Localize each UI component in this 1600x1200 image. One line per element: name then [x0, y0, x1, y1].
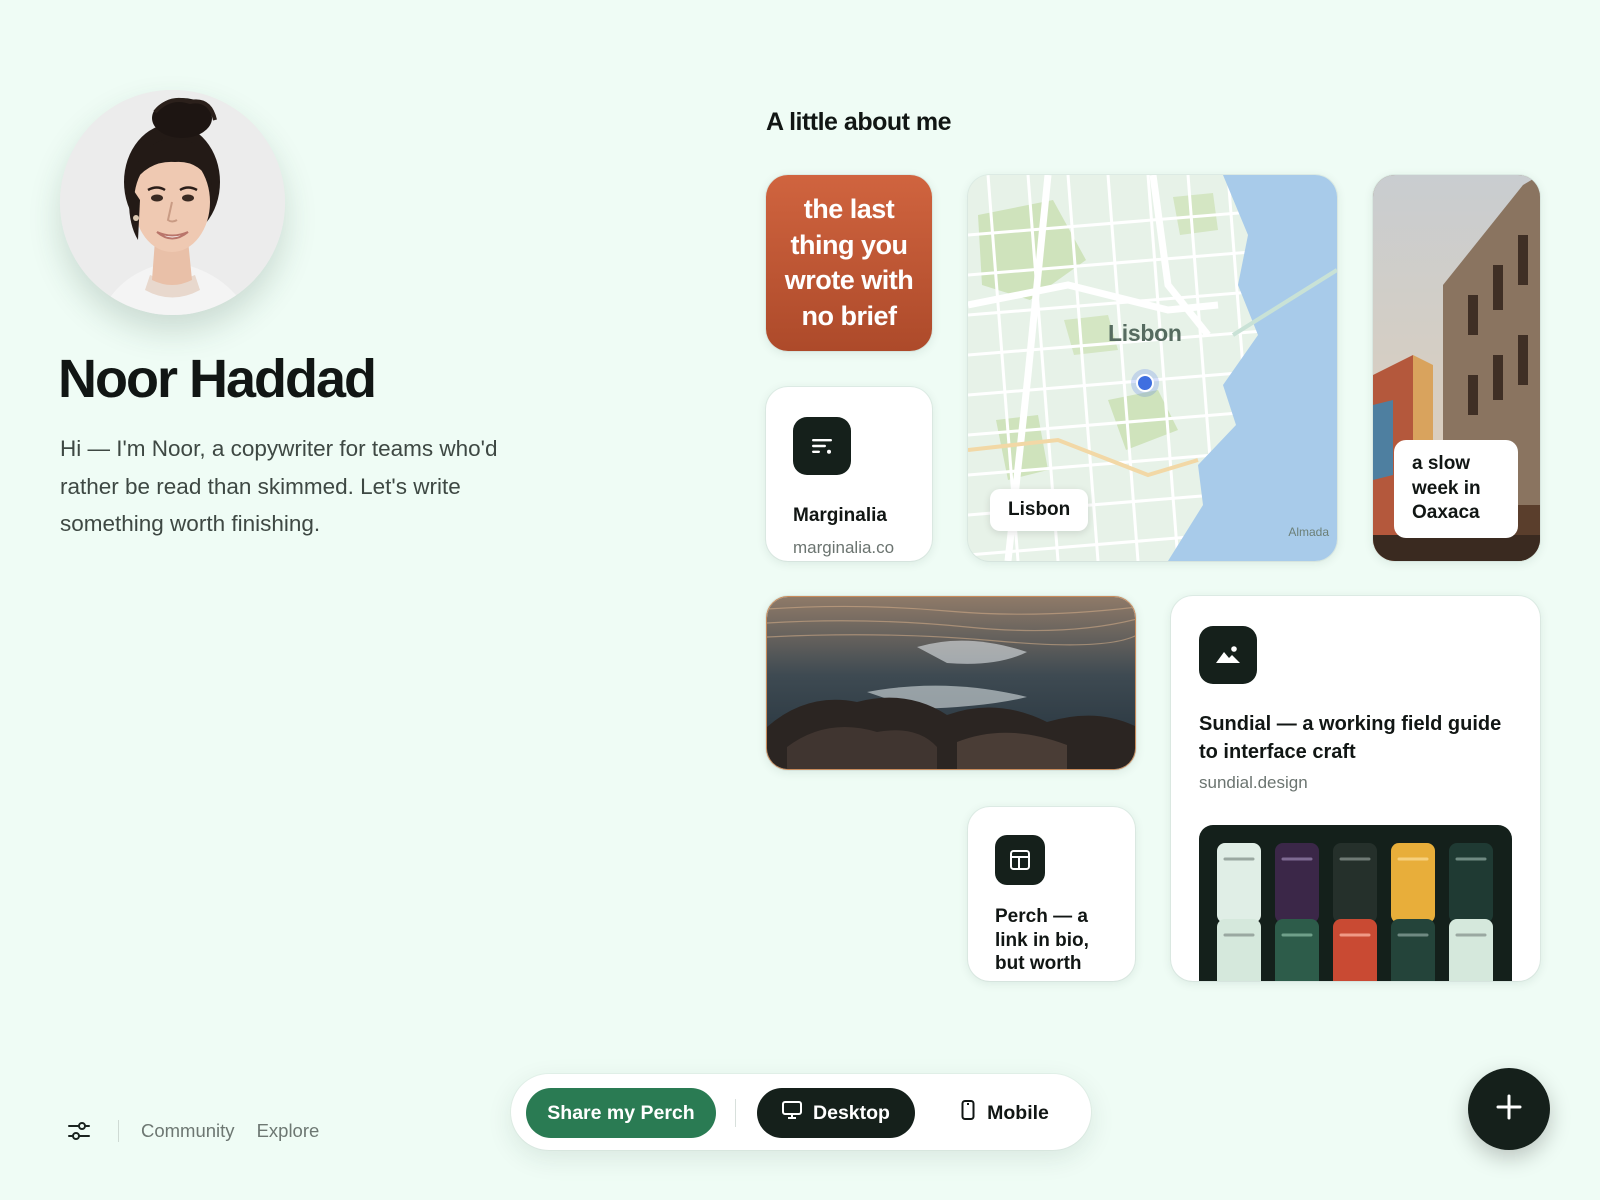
sundial-preview-image — [1199, 825, 1512, 981]
link-title: Sundial — a working field guide to inter… — [1199, 713, 1502, 763]
map-city-label: Lisbon — [1108, 320, 1182, 346]
avatar — [60, 90, 285, 315]
note-tile[interactable]: the last thing you wrote with no brief — [766, 175, 932, 351]
footer-divider — [118, 1120, 119, 1142]
profile-bio: Hi — I'm Noor, a copywriter for teams wh… — [60, 436, 498, 536]
desktop-label: Desktop — [813, 1101, 890, 1124]
note-text: the last thing you wrote with no brief — [784, 194, 914, 331]
photo-tile-sea[interactable] — [766, 596, 1136, 770]
link-tile-perch[interactable]: Perch — a link in bio, but worth — [968, 807, 1135, 981]
explore-link[interactable]: Explore — [257, 1120, 320, 1142]
phone-icon — [961, 1100, 975, 1126]
map-tile[interactable]: Lisbon Lisbon Almada — [968, 175, 1337, 561]
sea-rocks-photo — [767, 597, 1135, 769]
link-tile-marginalia[interactable]: Marginalia marginalia.co — [766, 387, 932, 561]
section-title: A little about me — [766, 108, 952, 136]
link-url[interactable]: marginalia.co — [793, 538, 894, 558]
link-tile-sundial[interactable]: Sundial — a working field guide to inter… — [1171, 596, 1540, 981]
image-icon — [1199, 626, 1257, 684]
desktop-view-button[interactable]: Desktop — [757, 1088, 915, 1138]
view-toolbar: Share my Perch Desktop Mobile — [511, 1074, 1091, 1150]
community-link[interactable]: Community — [141, 1120, 235, 1142]
avatar-portrait — [60, 90, 285, 315]
mobile-view-button[interactable]: Mobile — [937, 1088, 1073, 1138]
photo-tile-oaxaca[interactable]: a slow week in Oaxaca — [1373, 175, 1540, 561]
toolbar-divider — [735, 1099, 736, 1127]
monitor-icon — [782, 1101, 803, 1125]
footer-nav: Community Explore — [66, 1118, 341, 1144]
text-lines-icon — [793, 417, 851, 475]
photo-caption: a slow week in Oaxaca — [1394, 440, 1518, 538]
add-button[interactable] — [1468, 1068, 1550, 1150]
link-title: Marginalia — [793, 505, 887, 526]
mobile-label: Mobile — [987, 1101, 1049, 1124]
sliders-icon[interactable] — [66, 1118, 92, 1144]
location-pin-icon — [1131, 369, 1159, 397]
map-location-label: Lisbon — [990, 489, 1089, 531]
layout-icon — [995, 835, 1045, 885]
map-attribution: Almada — [1288, 525, 1329, 539]
share-button[interactable]: Share my Perch — [526, 1088, 716, 1138]
profile-name: Noor Haddad — [58, 349, 377, 409]
link-url[interactable]: sundial.design — [1199, 773, 1308, 793]
plus-icon — [1496, 1094, 1522, 1125]
link-title: Perch — a link in bio, but worth — [995, 906, 1089, 974]
